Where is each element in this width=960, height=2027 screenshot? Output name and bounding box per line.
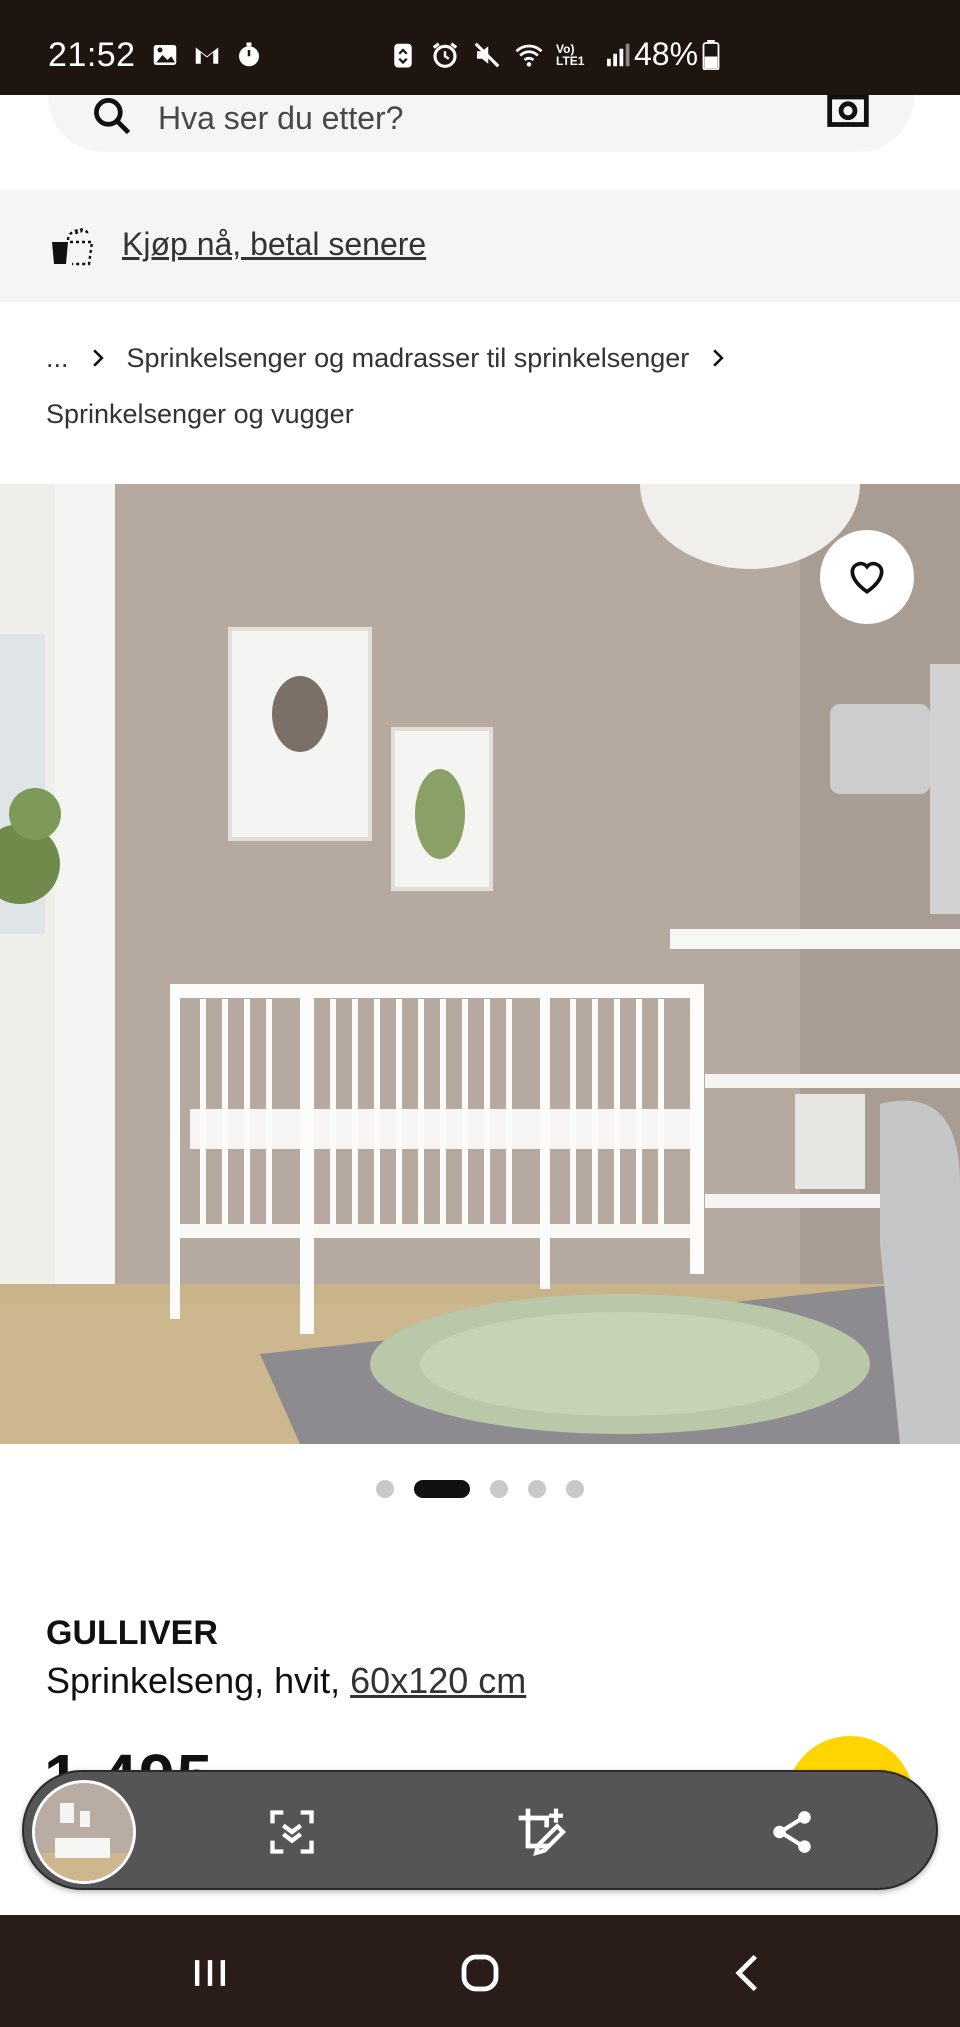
recycle-icon [394, 43, 412, 68]
breadcrumb-ellipsis[interactable]: ... [46, 330, 69, 386]
mute-icon [474, 42, 500, 68]
chevron-right-icon [92, 349, 104, 367]
alarm-icon [432, 42, 458, 68]
recent-apps-button[interactable] [180, 1943, 240, 2003]
edit-button[interactable] [512, 1802, 572, 1862]
scroll-capture-icon [270, 1810, 314, 1854]
battery-percent: 48% [634, 36, 699, 72]
search-icon [94, 98, 131, 135]
size-link[interactable]: 60x120 cm [350, 1660, 526, 1701]
product-name: GULLIVER [46, 1614, 218, 1652]
bnpl-link[interactable]: Kjøp nå, betal senere [122, 226, 426, 263]
status-time: 21:52 [48, 36, 136, 74]
timer-icon [239, 42, 259, 67]
thumbnail-image [35, 1783, 133, 1881]
breadcrumb: ... Sprinkelsenger og madrasser til spri… [46, 330, 926, 442]
crop-edit-icon [518, 1808, 566, 1857]
breadcrumb-item-crib-mattresses[interactable]: Sprinkelsenger og madrasser til sprinkel… [127, 330, 690, 386]
carousel-dot[interactable] [528, 1480, 546, 1498]
status-bar: 21:52 Vo) LTE1 48% [0, 0, 960, 95]
share-icon [773, 1811, 811, 1853]
carousel-dot-active[interactable] [414, 1480, 470, 1498]
recent-apps-icon [194, 1960, 226, 1986]
carousel-dot[interactable] [566, 1480, 584, 1498]
gallery-icon [153, 45, 177, 65]
home-icon [461, 1954, 499, 1992]
product-description: Sprinkelseng, hvit, 60x120 cm [46, 1660, 526, 1702]
wifi-icon [515, 44, 543, 67]
shopping-bag-icon [52, 228, 94, 266]
scroll-capture-button[interactable] [262, 1802, 322, 1862]
nursery-illustration [0, 484, 960, 1444]
screenshot-toolbar [22, 1770, 938, 1890]
carousel-indicator[interactable] [0, 1480, 960, 1498]
product-description-text: Sprinkelseng, hvit, [46, 1660, 351, 1701]
carousel-dot[interactable] [376, 1480, 394, 1498]
navigation-bar [0, 1915, 960, 2027]
breadcrumb-item-cribs-cradles[interactable]: Sprinkelsenger og vugger [46, 386, 354, 442]
product-image[interactable] [0, 484, 960, 1444]
back-icon [735, 1954, 758, 1992]
bnpl-banner[interactable]: Kjøp nå, betal senere [0, 190, 960, 302]
signal-icon [607, 43, 630, 67]
screenshot-thumbnail[interactable] [32, 1780, 136, 1884]
heart-icon [850, 561, 884, 594]
share-button[interactable] [762, 1802, 822, 1862]
carousel-dot[interactable] [490, 1480, 508, 1498]
chevron-right-icon [713, 349, 724, 367]
back-button[interactable] [718, 1943, 778, 2003]
home-button[interactable] [450, 1943, 510, 2003]
battery-icon [702, 39, 720, 70]
volte-icon: Vo) LTE1 [556, 42, 585, 68]
gmail-icon [195, 47, 219, 64]
search-input[interactable]: Hva ser du etter? [158, 100, 403, 137]
favorite-button[interactable] [820, 530, 914, 624]
